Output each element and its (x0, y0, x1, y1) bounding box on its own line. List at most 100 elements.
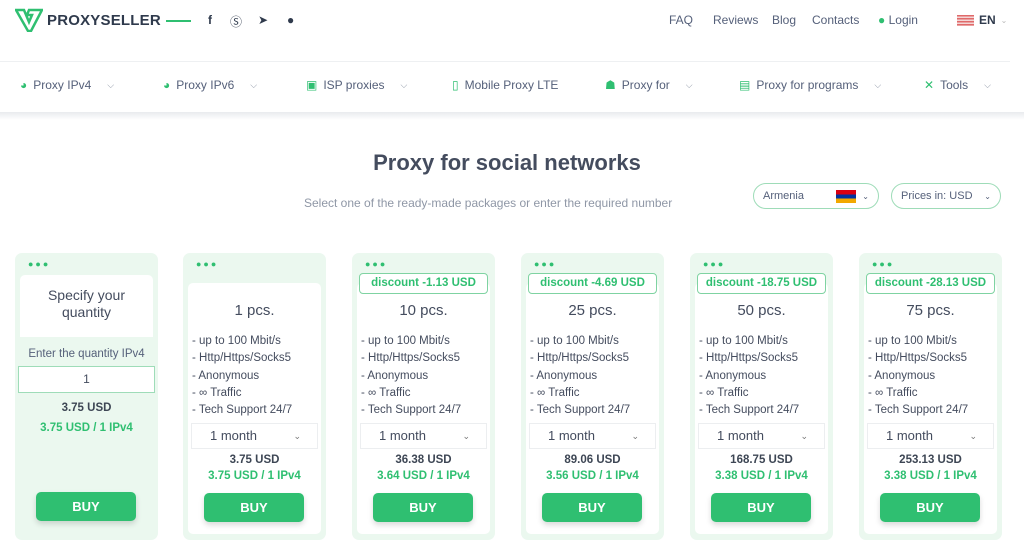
feature-item: - Http/Https/Socks5 (868, 352, 968, 365)
menu-label: ISP proxies (323, 78, 385, 92)
unit-price: 3.75 USD / 1 IPv4 (208, 470, 301, 482)
chevron-down-icon: ⌄ (969, 431, 977, 441)
period-select[interactable]: 1 month ⌄ (191, 423, 318, 449)
header: PROXYSELLER f Ⓢ ➤ ● FAQ Reviews Blog Con… (0, 0, 1024, 62)
logo[interactable]: PROXYSELLER (15, 8, 161, 32)
buy-button[interactable]: BUY (373, 493, 473, 522)
dots-icon: ●●● (196, 259, 219, 269)
armenia-flag-icon (836, 189, 857, 203)
divider (166, 20, 191, 22)
total-price: 168.75 USD (730, 454, 793, 466)
menu-label: Proxy IPv4 (33, 78, 92, 92)
feature-item: - Tech Support 24/7 (361, 404, 462, 417)
period-label: 1 month (548, 428, 595, 443)
language-selector[interactable]: EN ⌄ (957, 13, 1007, 27)
package-card: ●●● discount -4.69 USD 25 pcs. - up to 100 … (521, 253, 664, 540)
buy-button[interactable]: BUY (711, 493, 811, 522)
user-icon: ● (878, 13, 886, 27)
feature-item: - up to 100 Mbit/s (699, 335, 788, 347)
telegram-icon[interactable]: ➤ (258, 13, 268, 27)
menu-label: Proxy for (621, 78, 670, 92)
menu-label: Proxy IPv6 (176, 78, 235, 92)
chevron-down-icon: ⌄ (462, 431, 470, 441)
facebook-icon[interactable]: f (208, 13, 212, 27)
menu-label: Mobile Proxy LTE (464, 78, 559, 92)
feature-item: - Tech Support 24/7 (699, 404, 800, 417)
monitor-shield-icon: ▣ (306, 78, 318, 92)
total-price: 3.75 USD (61, 402, 112, 414)
feature-list: - up to 100 Mbit/s - Http/Https/Socks5 - A… (192, 333, 292, 419)
menu-proxy-for[interactable]: ☗ Proxy for ⌵ (605, 78, 693, 92)
period-label: 1 month (886, 428, 933, 443)
menu-isp-proxies[interactable]: ▣ ISP proxies ⌵ (306, 78, 407, 92)
period-select[interactable]: 1 month ⌄ (867, 423, 994, 449)
package-card: ●●● 1 pcs. - up to 100 Mbit/s - Http/Https/… (183, 253, 326, 540)
chevron-down-icon: ⌵ (400, 79, 408, 90)
discount-badge: discount -18.75 USD (697, 273, 826, 294)
phone-icon: ▯ (452, 78, 459, 92)
login-link[interactable]: ● Login (878, 13, 918, 27)
total-price: 89.06 USD (564, 454, 621, 466)
menu-mobile-proxy[interactable]: ▯ Mobile Proxy LTE (452, 78, 558, 92)
nav-reviews[interactable]: Reviews (713, 13, 758, 27)
discount-badge: discount -1.13 USD (359, 273, 488, 294)
menu-tools[interactable]: ✕ Tools ⌵ (924, 78, 991, 92)
chat-icon[interactable]: ● (287, 13, 294, 27)
dots-icon: ●●● (28, 259, 51, 269)
period-select[interactable]: 1 month ⌄ (360, 423, 487, 449)
currency-select[interactable]: Prices in: USD ⌄ (891, 183, 1001, 209)
buy-button[interactable]: BUY (204, 493, 304, 522)
menu-label: Tools (940, 78, 969, 92)
chevron-down-icon: ⌄ (293, 431, 301, 441)
menu-proxy-for-programs[interactable]: ▤ Proxy for programs ⌵ (739, 78, 881, 92)
page-subtitle: Select one of the ready-made packages or… (304, 196, 673, 210)
buy-button[interactable]: BUY (542, 493, 642, 522)
skype-icon[interactable]: Ⓢ (230, 13, 242, 30)
login-label: Login (888, 13, 918, 27)
feature-list: - up to 100 Mbit/s - Http/Https/Socks5 - A… (530, 333, 630, 419)
nav-blog[interactable]: Blog (772, 13, 796, 27)
menu-proxy-ipv6[interactable]: ◕ Proxy IPv6 ⌵ (163, 78, 257, 92)
menu-shadow (0, 112, 1024, 120)
feature-item: - ∞ Traffic (361, 386, 411, 399)
total-price: 36.38 USD (395, 454, 452, 466)
package-quantity: 1 pcs. (234, 302, 275, 319)
feature-item: - Tech Support 24/7 (868, 404, 969, 417)
feature-item: - Anonymous (530, 369, 598, 382)
divider (0, 61, 1010, 62)
language-label: EN (979, 13, 996, 27)
unit-price: 3.38 USD / 1 IPv4 (715, 470, 808, 482)
dots-icon: ●●● (872, 259, 895, 269)
feature-item: - up to 100 Mbit/s (868, 335, 957, 347)
unit-price: 3.56 USD / 1 IPv4 (546, 470, 639, 482)
chevron-down-icon: ⌵ (874, 79, 882, 90)
chevron-down-icon: ⌵ (685, 79, 693, 90)
buy-button[interactable]: BUY (36, 492, 136, 521)
period-select[interactable]: 1 month ⌄ (529, 423, 656, 449)
quantity-input[interactable]: 1 (18, 366, 155, 393)
feature-item: - Http/Https/Socks5 (192, 352, 292, 365)
feature-list: - up to 100 Mbit/s - Http/Https/Socks5 - A… (699, 333, 799, 419)
feature-item: - ∞ Traffic (699, 386, 749, 399)
feature-item: - Http/Https/Socks5 (530, 352, 630, 365)
nav-faq[interactable]: FAQ (669, 13, 693, 27)
us-flag-icon (957, 14, 974, 26)
buy-button[interactable]: BUY (880, 493, 980, 522)
package-quantity: 10 pcs. (399, 302, 448, 319)
feature-item: - Anonymous (361, 369, 429, 382)
globe-icon: ◕ (163, 78, 171, 92)
dots-icon: ●●● (703, 259, 726, 269)
period-select[interactable]: 1 month ⌄ (698, 423, 825, 449)
custom-quantity-card: ●●● Specify your quantity Enter the quant… (15, 253, 158, 540)
brand-name: PROXYSELLER (47, 11, 161, 29)
feature-item: - up to 100 Mbit/s (530, 335, 619, 347)
package-quantity: 25 pcs. (568, 302, 617, 319)
period-label: 1 month (717, 428, 764, 443)
tools-icon: ✕ (924, 78, 935, 92)
chevron-down-icon: ⌄ (862, 191, 869, 201)
menu-proxy-ipv4[interactable]: ◕ Proxy IPv4 ⌵ (20, 78, 114, 92)
package-card: ●●● discount -18.75 USD 50 pcs. - up to 100… (690, 253, 833, 540)
chevron-down-icon: ⌵ (984, 79, 991, 90)
nav-contacts[interactable]: Contacts (812, 13, 859, 27)
country-select[interactable]: Armenia ⌄ (753, 183, 879, 209)
